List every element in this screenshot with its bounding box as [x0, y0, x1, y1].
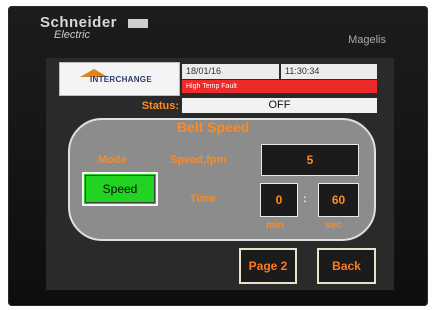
company-logo-text: INTERCHANGE	[90, 75, 152, 84]
time-sec-input[interactable]: 60	[318, 183, 359, 217]
brand-logo: Schneider Electric	[40, 14, 148, 41]
mode-label: Mode	[98, 154, 127, 166]
sec-unit-label: sec	[325, 220, 342, 231]
date-display: 18/01/16	[182, 64, 279, 79]
alarm-banner[interactable]: High Temp Fault	[182, 80, 377, 93]
brand-logo-bar	[128, 19, 148, 28]
page2-button[interactable]: Page 2	[239, 248, 297, 284]
panel-title: Belt Speed	[176, 119, 250, 135]
status-value: OFF	[182, 98, 377, 113]
mode-speed-button[interactable]: Speed	[82, 172, 158, 206]
time-min-input[interactable]: 0	[260, 183, 298, 217]
speed-input[interactable]: 5	[261, 144, 359, 176]
min-unit-label: min	[266, 220, 284, 231]
model-label: Magelis	[348, 34, 386, 46]
company-logo: INTERCHANGE	[59, 62, 180, 96]
back-button[interactable]: Back	[317, 248, 376, 284]
time-label: Time	[190, 193, 216, 205]
time-separator: :	[303, 193, 307, 205]
status-label: Status:	[141, 100, 179, 112]
speed-label: Speed,fpm	[170, 154, 227, 166]
time-display: 11:30:34	[281, 64, 377, 79]
